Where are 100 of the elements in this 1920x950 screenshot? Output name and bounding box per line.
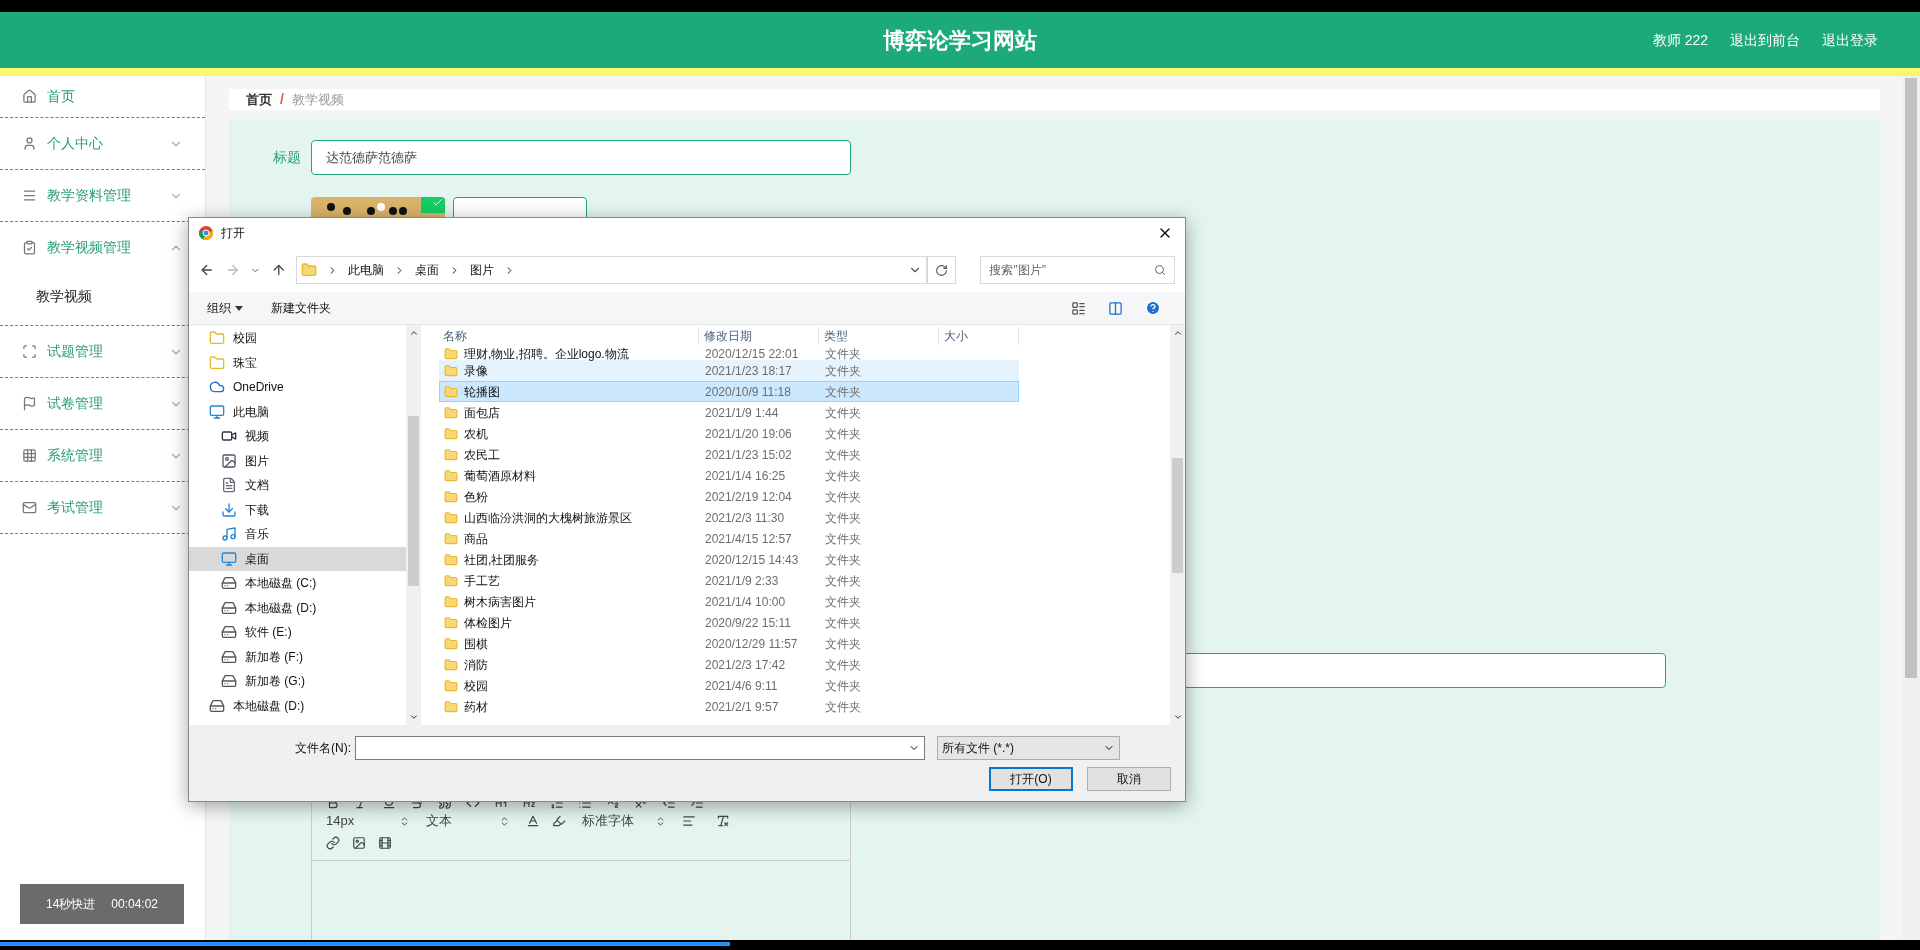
file-type: 文件夹 xyxy=(824,347,862,363)
column-header[interactable]: 修改日期 xyxy=(699,327,819,345)
file-row[interactable]: 录像 2021/1/23 18:17 文件夹 xyxy=(439,360,1019,381)
sidebar-label: 个人中心 xyxy=(47,134,103,153)
column-header[interactable]: 大小 xyxy=(939,327,1019,345)
address-bar[interactable]: 此电脑 桌面 图片 xyxy=(296,256,928,284)
file-row[interactable]: 消防 2021/2/3 17:42 文件夹 xyxy=(439,654,1019,675)
sidebar-item[interactable]: 试题管理 xyxy=(0,326,205,377)
filetype-select[interactable]: 所有文件 (*.*) xyxy=(937,736,1120,760)
sidebar-item[interactable]: 首页 xyxy=(0,76,205,117)
sidebar-item[interactable]: 教学资料管理 xyxy=(0,170,205,221)
file-row[interactable]: 社团,社团服务 2020/12/15 14:43 文件夹 xyxy=(439,549,1019,570)
cancel-button[interactable]: 取消 xyxy=(1087,767,1171,791)
sidebar-label: 考试管理 xyxy=(47,498,103,517)
title-input[interactable]: 达范德萨范德萨 xyxy=(311,140,851,175)
file-row[interactable]: 树木病害图片 2021/1/4 10:00 文件夹 xyxy=(439,591,1019,612)
file-row[interactable]: 药材 2021/2/1 9:57 文件夹 xyxy=(439,696,1019,717)
sidebar-item[interactable]: 考试管理 xyxy=(0,482,205,533)
file-name: 校园 xyxy=(464,677,488,695)
dialog-title: 打开 xyxy=(221,225,245,242)
file-name: 农民工 xyxy=(464,446,500,464)
fast-forward-label: 14秒快进 xyxy=(45,896,96,913)
sidebar-label: 首页 xyxy=(47,87,75,106)
file-name: 山西临汾洪洞的大槐树旅游景区 xyxy=(464,509,632,527)
site-title: 博弈论学习网站 xyxy=(883,26,1037,55)
sidebar-label: 试题管理 xyxy=(47,342,103,361)
column-header[interactable]: 名称 xyxy=(439,327,699,345)
sidebar-item[interactable]: 系统管理 xyxy=(0,430,205,481)
nav-label: 文档 xyxy=(245,477,269,495)
file-type: 文件夹 xyxy=(824,509,862,527)
path-segment[interactable]: 桌面 xyxy=(415,261,440,279)
playback-time: 00:04:02 xyxy=(111,896,159,913)
file-type: 文件夹 xyxy=(824,446,862,464)
file-date: 2021/1/9 1:44 xyxy=(704,404,780,422)
path-segment[interactable]: 图片 xyxy=(470,261,495,279)
file-date: 2021/1/23 15:02 xyxy=(704,446,793,464)
file-date: 2021/1/9 2:33 xyxy=(704,572,780,590)
nav-label: 软件 (E:) xyxy=(245,624,292,642)
nav-item[interactable]: 本地磁盘 (C:) xyxy=(189,571,406,596)
sidebar-label: 教学资料管理 xyxy=(47,186,131,205)
file-name: 商品 xyxy=(464,530,488,548)
file-type: 文件夹 xyxy=(824,551,862,569)
nav-item[interactable]: 新加卷 (G:) xyxy=(189,669,406,694)
file-name: 色粉 xyxy=(464,488,488,506)
open-button[interactable]: 打开(O) xyxy=(989,767,1073,791)
block-type-select[interactable]: 文本 xyxy=(426,811,526,831)
file-type: 文件夹 xyxy=(824,614,862,632)
file-row[interactable]: 体检图片 2020/9/22 15:11 文件夹 xyxy=(439,612,1019,633)
sidebar-item[interactable]: 试卷管理 xyxy=(0,378,205,429)
toolbar-button[interactable]: 组织 xyxy=(207,299,243,317)
file-date: 2021/2/19 12:04 xyxy=(704,488,793,506)
file-type: 文件夹 xyxy=(824,467,862,485)
file-row[interactable]: 手工艺 2021/1/9 2:33 文件夹 xyxy=(439,570,1019,591)
file-row[interactable]: 围棋 2020/12/29 11:57 文件夹 xyxy=(439,633,1019,654)
filename-label: 文件名(N): xyxy=(295,740,351,757)
nav-label: 本地磁盘 (D:) xyxy=(245,599,317,617)
file-name: 社团,社团服务 xyxy=(464,551,540,569)
file-type: 文件夹 xyxy=(824,635,862,653)
file-row[interactable]: 轮播图 2020/10/9 11:18 文件夹 xyxy=(439,381,1019,402)
nav-label: 校园 xyxy=(233,330,257,348)
path-segment[interactable]: 此电脑 xyxy=(348,261,385,279)
font-family-select[interactable]: 标准字体 xyxy=(582,811,682,831)
file-row[interactable]: 商品 2021/4/15 12:57 文件夹 xyxy=(439,528,1019,549)
sidebar-label: 系统管理 xyxy=(47,446,103,465)
sidebar-label: 试卷管理 xyxy=(47,394,103,413)
file-name: 葡萄酒原材料 xyxy=(464,467,536,485)
sidebar-item[interactable]: 个人中心 xyxy=(0,118,205,169)
nav-item[interactable]: 本地磁盘 (D:) xyxy=(189,693,406,718)
file-date: 2021/2/3 11:30 xyxy=(704,509,786,527)
file-date: 2020/12/15 22:01 xyxy=(704,347,800,363)
nav-label: 桌面 xyxy=(245,550,269,568)
toolbar-button[interactable]: 新建文件夹 xyxy=(271,299,331,317)
nav-item[interactable]: 新加卷 (F:) xyxy=(189,644,406,669)
file-row[interactable]: 葡萄酒原材料 2021/1/4 16:25 文件夹 xyxy=(439,465,1019,486)
sidebar-item[interactable]: 教学视频管理 xyxy=(0,222,205,273)
nav-label: 图片 xyxy=(245,452,269,470)
nav-item[interactable]: 软件 (E:) xyxy=(189,620,406,645)
file-row[interactable]: 农民工 2021/1/23 15:02 文件夹 xyxy=(439,444,1019,465)
file-date: 2021/4/15 12:57 xyxy=(704,530,793,548)
file-row[interactable]: 山西临汾洪洞的大槐树旅游景区 2021/2/3 11:30 文件夹 xyxy=(439,507,1019,528)
file-row[interactable]: 理财,物业,招聘。企业logo.物流 2020/12/15 22:01 文件夹 xyxy=(439,347,1019,360)
file-name: 树木病害图片 xyxy=(464,593,536,611)
nav-item[interactable]: 桌面 xyxy=(189,546,406,571)
file-type: 文件夹 xyxy=(824,488,862,506)
breadcrumb-separator: / xyxy=(280,90,284,109)
font-size-select[interactable]: 14px xyxy=(326,811,426,831)
file-date: 2020/9/22 15:11 xyxy=(704,614,792,632)
file-name: 农机 xyxy=(464,425,488,443)
nav-item[interactable]: 本地磁盘 (D:) xyxy=(189,595,406,620)
file-row[interactable]: 面包店 2021/1/9 1:44 文件夹 xyxy=(439,402,1019,423)
file-row[interactable]: 校园 2021/4/6 9:11 文件夹 xyxy=(439,675,1019,696)
file-date: 2021/2/3 17:42 xyxy=(704,656,787,674)
file-row[interactable]: 色粉 2021/2/19 12:04 文件夹 xyxy=(439,486,1019,507)
file-date: 2020/10/9 11:18 xyxy=(704,383,792,401)
file-row[interactable]: 农机 2021/1/20 19:06 文件夹 xyxy=(439,423,1019,444)
column-header[interactable]: 类型 xyxy=(819,327,939,345)
breadcrumb-link[interactable]: 首页 xyxy=(246,89,272,110)
file-date: 2021/1/23 18:17 xyxy=(704,362,793,380)
search-field[interactable]: 搜索"图片" xyxy=(980,256,1175,284)
file-name: 围棋 xyxy=(464,635,488,653)
